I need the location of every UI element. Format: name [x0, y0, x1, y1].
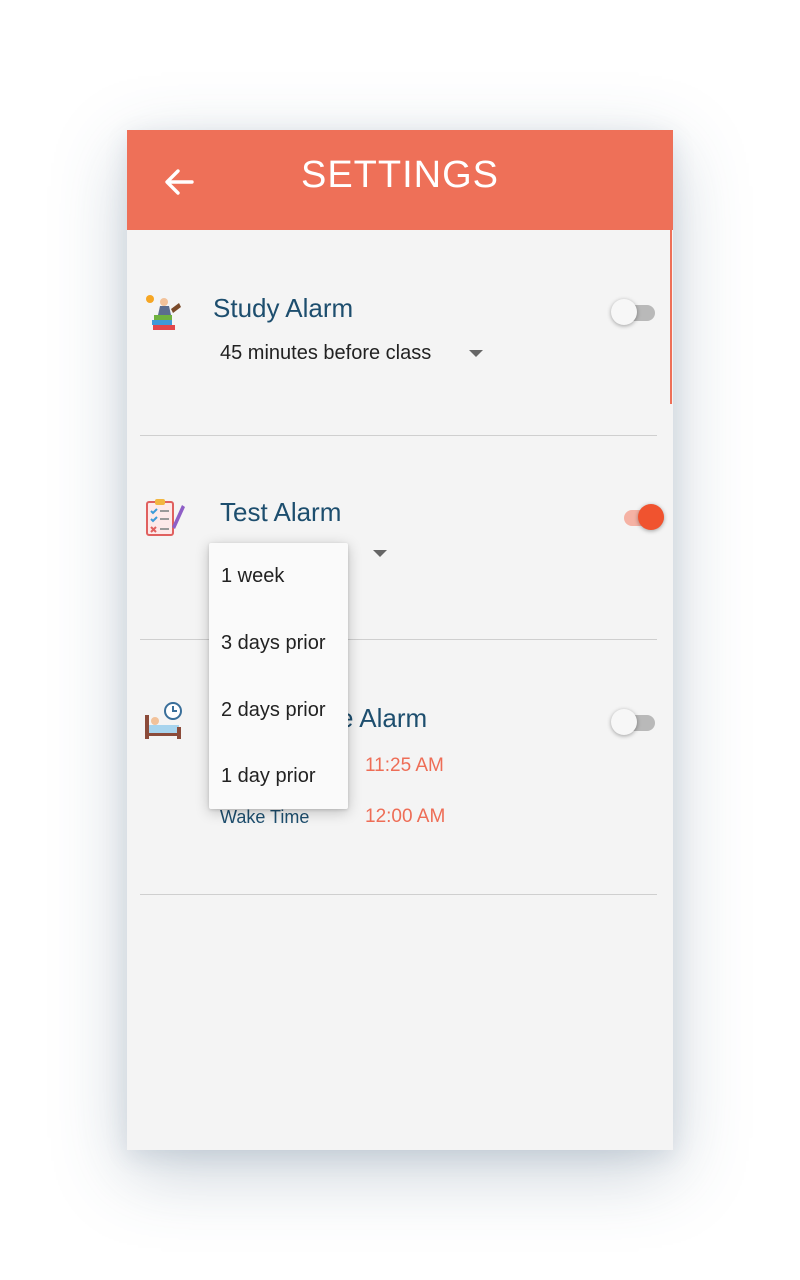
settings-screen: SETTINGS Study Alarm 45 minutes before c… [127, 130, 673, 1150]
test-checklist-icon [146, 499, 185, 536]
toggle-thumb [611, 709, 637, 735]
sleep-alarm-title: e Alarm [339, 703, 428, 733]
bed-time-value[interactable]: 11:25 AM [365, 755, 444, 777]
chevron-down-icon [373, 550, 387, 557]
divider [140, 435, 657, 436]
study-alarm-selected: 45 minutes before class [220, 342, 432, 364]
menu-item-1-week[interactable]: 1 week [209, 543, 348, 609]
toggle-thumb [638, 504, 664, 530]
test-alarm-toggle[interactable] [620, 502, 666, 532]
study-alarm-title: Study Alarm [213, 293, 354, 323]
edge-accent-line [670, 230, 672, 404]
bed-clock-icon [145, 702, 182, 739]
test-alarm-dropdown[interactable] [373, 550, 387, 557]
sleep-alarm-toggle[interactable] [611, 707, 657, 737]
divider [140, 894, 657, 895]
test-alarm-options-menu: 1 week 3 days prior 2 days prior 1 day p… [209, 543, 348, 809]
toggle-thumb [611, 299, 637, 325]
wake-time-value[interactable]: 12:00 AM [365, 806, 445, 828]
study-alarm-toggle[interactable] [611, 297, 657, 327]
study-alarm-dropdown[interactable]: 45 minutes before class [220, 342, 484, 365]
menu-item-3-days-prior[interactable]: 3 days prior [209, 610, 348, 676]
wake-time-label: Wake Time [220, 807, 310, 827]
page-title: SETTINGS [300, 154, 500, 196]
chevron-down-icon [469, 350, 484, 357]
menu-item-1-day-prior[interactable]: 1 day prior [209, 743, 348, 809]
menu-item-2-days-prior[interactable]: 2 days prior [209, 677, 348, 743]
app-bar: SETTINGS [127, 130, 673, 230]
study-books-icon [146, 295, 181, 330]
test-alarm-title: Test Alarm [220, 497, 342, 527]
